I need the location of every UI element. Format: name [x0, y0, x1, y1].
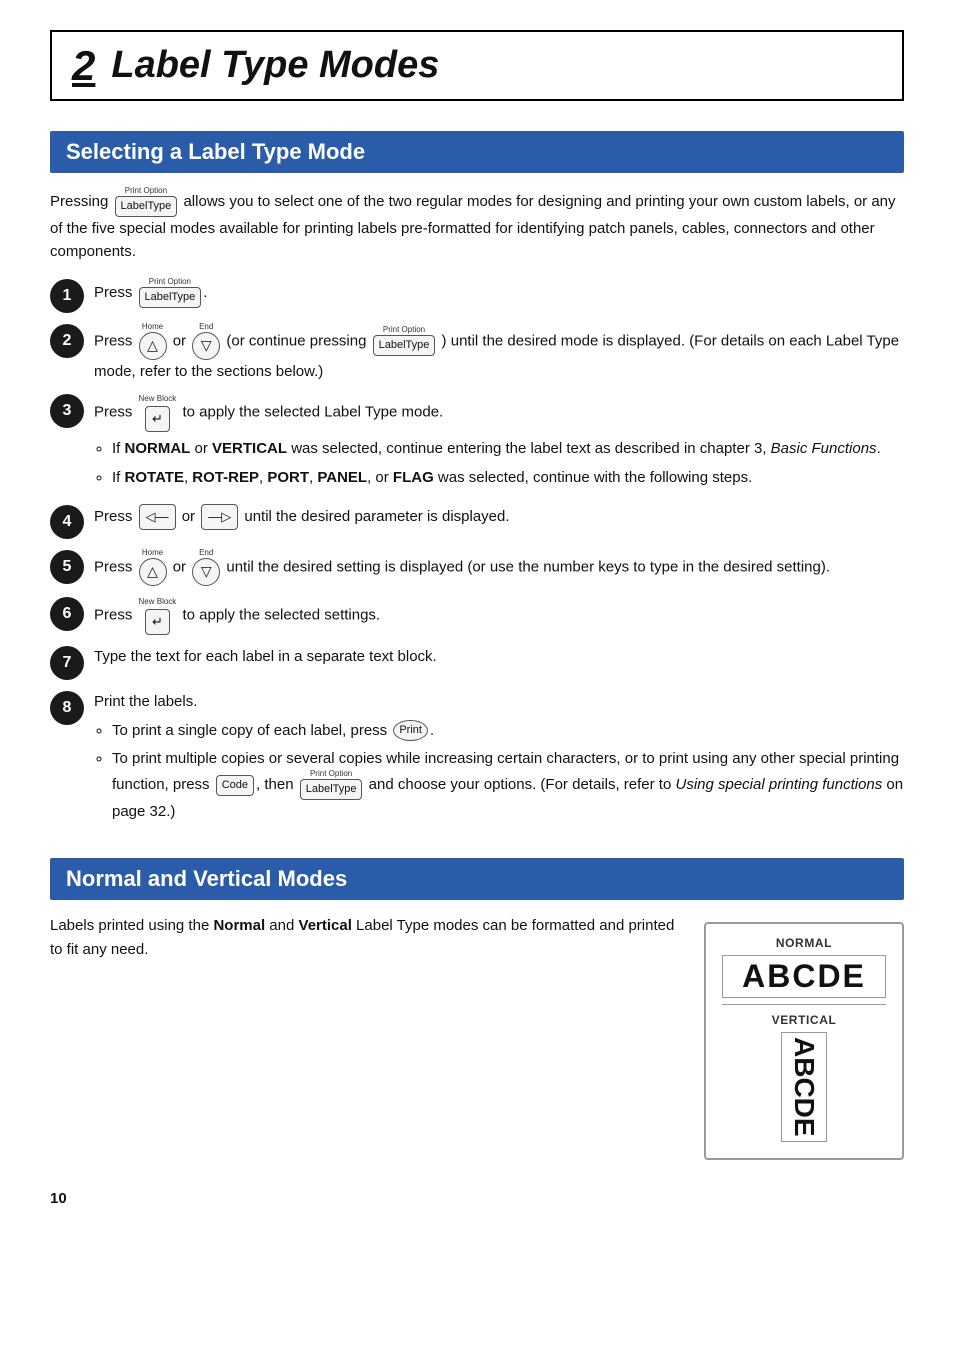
illus-normal-text: ABCDE: [722, 955, 886, 998]
chapter-title: Label Type Modes: [111, 44, 439, 87]
step-6: 6 Press New Block ↵ to apply the selecte…: [50, 596, 904, 636]
step8-label-type-key: Print Option LabelType: [300, 770, 363, 800]
step5-home-label: Home: [142, 549, 163, 557]
illus-normal-label: NORMAL: [776, 936, 832, 950]
step-3: 3 Press New Block ↵ to apply the selecte…: [50, 393, 904, 494]
step-4-content: Press ◁— or —▷ until the desired paramet…: [94, 504, 904, 530]
label-type-key-top: Print Option: [125, 187, 167, 195]
step8-label-type-body: LabelType: [300, 779, 363, 800]
step1-label-type-top: Print Option: [149, 278, 191, 286]
step-8-bullet-1: To print a single copy of each label, pr…: [112, 719, 904, 742]
step3-new-block-label: New Block: [139, 393, 177, 405]
step6-enter-key: New Block ↵: [139, 596, 177, 636]
step-7: 7 Type the text for each label in a sepa…: [50, 645, 904, 680]
step-1-content: Press Print Option LabelType .: [94, 278, 904, 308]
step8-print-key: Print: [393, 720, 428, 741]
step-8-number: 8: [50, 691, 84, 725]
label-type-key-body: LabelType: [115, 196, 178, 217]
step8-print-body: Print: [393, 720, 428, 741]
step5-up-arrow-body: △: [139, 558, 167, 586]
step1-label-type-key: Print Option LabelType: [139, 278, 202, 308]
step2-or-1: or: [173, 332, 191, 349]
step-8: 8 Print the labels. To print a single co…: [50, 690, 904, 828]
step3-enter-key: New Block ↵: [139, 393, 177, 433]
step-8-bullet-2: To print multiple copies or several copi…: [112, 747, 904, 824]
step-7-content: Type the text for each label in a separa…: [94, 645, 904, 668]
step5-end-label: End: [199, 549, 213, 557]
chapter-header: 2 Label Type Modes: [50, 30, 904, 101]
step-5: 5 Press Home △ or End ▽ until the desire…: [50, 549, 904, 586]
step-8-content: Print the labels. To print a single copy…: [94, 690, 904, 828]
step-2-content: Press Home △ or End ▽ (or continue press…: [94, 323, 904, 383]
step-3-content: Press New Block ↵ to apply the selected …: [94, 393, 904, 494]
step-5-content: Press Home △ or End ▽ until the desired …: [94, 549, 904, 586]
step-2-number: 2: [50, 324, 84, 358]
step-6-number: 6: [50, 597, 84, 631]
illus-divider: [722, 1004, 886, 1005]
step8-code-key: Code: [216, 775, 254, 796]
illus-vertical-text: ABCDE: [781, 1032, 827, 1142]
step1-label-type-body: LabelType: [139, 287, 202, 308]
step6-new-block-label: New Block: [139, 596, 177, 608]
step2-label-type-key: Print Option LabelType: [373, 326, 436, 356]
step2-home-label: Home: [142, 323, 163, 331]
step-4: 4 Press ◁— or —▷ until the desired param…: [50, 504, 904, 539]
step-3-number: 3: [50, 394, 84, 428]
step-8-bullets: To print a single copy of each label, pr…: [112, 719, 904, 824]
step8-code-body: Code: [216, 775, 254, 796]
step2-label-type-body: LabelType: [373, 335, 436, 356]
page-number: 10: [50, 1190, 904, 1207]
illus-normal-row: NORMAL ABCDE: [722, 934, 886, 998]
step8-label-type-top: Print Option: [310, 770, 352, 778]
step-1: 1 Press Print Option LabelType .: [50, 278, 904, 313]
steps-list: 1 Press Print Option LabelType . 2 Press…: [50, 278, 904, 829]
step-2: 2 Press Home △ or End ▽ (or continue pre…: [50, 323, 904, 383]
step4-right-key: —▷: [201, 504, 238, 530]
step4-left-key: ◁—: [139, 504, 176, 530]
step5-down-arrow-body: ▽: [192, 558, 220, 586]
section2-header: Normal and Vertical Modes: [50, 858, 904, 900]
step-3-bullets: If NORMAL or VERTICAL was selected, cont…: [112, 437, 904, 489]
step-3-bullet-1: If NORMAL or VERTICAL was selected, cont…: [112, 437, 904, 460]
illus-vertical-label: VERTICAL: [772, 1013, 837, 1027]
step-1-number: 1: [50, 279, 84, 313]
step2-down-arrow-body: ▽: [192, 332, 220, 360]
step-7-number: 7: [50, 646, 84, 680]
step2-up-arrow-key: Home △: [139, 323, 167, 360]
chapter-number: 2: [72, 45, 95, 87]
illus-vertical-row: VERTICAL ABCDE: [722, 1011, 886, 1142]
step2-down-arrow-key: End ▽: [192, 323, 220, 360]
illustration-box: NORMAL ABCDE VERTICAL ABCDE: [704, 922, 904, 1160]
step4-or: or: [182, 508, 200, 525]
label-type-key-inline: Print Option LabelType: [115, 187, 178, 217]
section1-header: Selecting a Label Type Mode: [50, 131, 904, 173]
step5-down-arrow-key: End ▽: [192, 549, 220, 586]
step6-enter-body: ↵: [145, 609, 170, 635]
step4-left-body: ◁—: [139, 504, 176, 530]
step-6-content: Press New Block ↵ to apply the selected …: [94, 596, 904, 636]
step-4-number: 4: [50, 505, 84, 539]
step-3-bullet-2: If ROTATE, ROT-REP, PORT, PANEL, or FLAG…: [112, 466, 904, 489]
step2-up-arrow-body: △: [139, 332, 167, 360]
step4-right-body: —▷: [201, 504, 238, 530]
section-normal-vertical: Normal and Vertical Modes NORMAL ABCDE V…: [50, 858, 904, 1160]
intro-paragraph: Pressing Print Option LabelType allows y…: [50, 187, 904, 264]
step5-up-arrow-key: Home △: [139, 549, 167, 586]
step-5-number: 5: [50, 550, 84, 584]
step2-end-label: End: [199, 323, 213, 331]
step5-or: or: [173, 558, 191, 575]
step2-label-type-top: Print Option: [383, 326, 425, 334]
step3-enter-body: ↵: [145, 406, 170, 432]
section-selecting-label-type: Selecting a Label Type Mode Pressing Pri…: [50, 131, 904, 828]
